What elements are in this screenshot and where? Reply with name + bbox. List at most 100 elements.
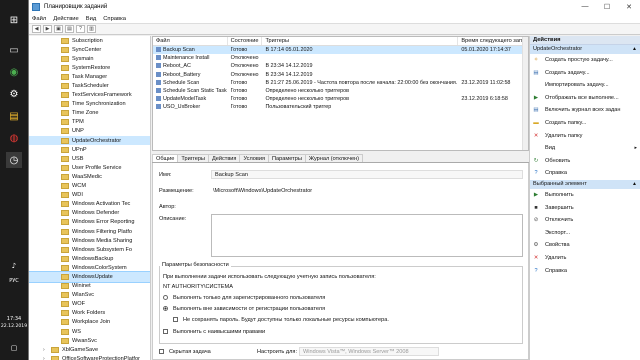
panel-icon[interactable]: ▥ bbox=[87, 25, 96, 33]
col-state[interactable]: Состояние bbox=[228, 37, 263, 45]
tree-item[interactable]: WindowsUpdate bbox=[29, 271, 150, 283]
action-item[interactable]: Экспорт... bbox=[530, 227, 640, 240]
configure-select[interactable]: Windows Vista™, Windows Server™ 2008 bbox=[299, 347, 439, 356]
tree-item[interactable]: Wininet bbox=[29, 282, 150, 291]
tree-item[interactable]: › OfficeSoftwareProtectionPlatfor bbox=[29, 354, 150, 360]
tree-item[interactable]: UpdateOrchestrator bbox=[29, 136, 150, 146]
action-item[interactable]: ■ Завершить bbox=[530, 202, 640, 215]
checkbox-icon[interactable] bbox=[163, 329, 168, 335]
tab-history[interactable]: Журнал (отключен) bbox=[304, 154, 364, 162]
help-icon[interactable]: ? bbox=[76, 25, 85, 33]
up-icon[interactable]: ▣ bbox=[54, 25, 63, 33]
tree-item[interactable]: Windows Error Reporting bbox=[29, 218, 150, 227]
check-no-password[interactable]: Не сохранять пароль. Будут доступны толь… bbox=[173, 317, 389, 323]
clock-time[interactable]: 17:34 bbox=[0, 316, 28, 322]
tree-item[interactable]: Workplace Join bbox=[29, 318, 150, 327]
back-icon[interactable]: ◀ bbox=[32, 25, 41, 33]
radio-whether-logged-icon[interactable] bbox=[163, 306, 168, 312]
tree-item[interactable]: WindowsBackup bbox=[29, 254, 150, 263]
tree-item[interactable]: WDI bbox=[29, 191, 150, 200]
radio-logged-on-icon[interactable] bbox=[163, 295, 168, 301]
action-item[interactable]: ✕ Удалить папку bbox=[530, 130, 640, 143]
language-indicator[interactable]: РУС bbox=[0, 278, 28, 284]
checkbox-icon[interactable] bbox=[159, 349, 164, 355]
tree-item[interactable]: UNP bbox=[29, 127, 150, 136]
menu-action[interactable]: Действие bbox=[53, 16, 78, 22]
tab-conditions[interactable]: Условия bbox=[239, 154, 270, 162]
clock-date[interactable]: 22.12.2019 bbox=[0, 324, 28, 329]
col-next-run[interactable]: Время следующего запу bbox=[458, 37, 529, 45]
tree-item[interactable]: UPnP bbox=[29, 145, 150, 154]
tree-toggle-icon[interactable]: ▤ bbox=[65, 25, 74, 33]
expand-icon[interactable]: › bbox=[43, 356, 49, 360]
action-item[interactable]: ? Справка bbox=[530, 167, 640, 180]
folder-icon[interactable]: ▭ bbox=[6, 42, 22, 58]
tree-item[interactable]: User Profile Service bbox=[29, 163, 150, 172]
tree-item[interactable]: WCM bbox=[29, 182, 150, 191]
task-row[interactable]: Schedule Scan Готово В 21:27 25.06.2019 - … bbox=[153, 79, 528, 87]
notifications-icon[interactable]: ▢ bbox=[0, 344, 28, 352]
tree-item[interactable]: Time Zone bbox=[29, 109, 150, 118]
tree-item[interactable]: TextServicesFramework bbox=[29, 91, 150, 100]
actions-section-folder[interactable]: UpdateOrchestrator ▲ bbox=[530, 45, 640, 54]
task-row[interactable]: Backup Scan Готово В 17:14 05.01.2020 05.01… bbox=[153, 46, 528, 55]
tree-item[interactable]: Windows Subsystem Fo bbox=[29, 245, 150, 254]
tree-item[interactable]: WlanSvc bbox=[29, 291, 150, 300]
speaker-icon[interactable]: ♪ bbox=[0, 262, 28, 270]
tree-item[interactable]: Subscription bbox=[29, 36, 150, 45]
tab-general[interactable]: Общие bbox=[152, 154, 179, 162]
tree-item[interactable]: Time Synchronization bbox=[29, 100, 150, 109]
action-item[interactable]: Вид ▸ bbox=[530, 142, 640, 155]
tree-item[interactable]: SystemRestore bbox=[29, 63, 150, 72]
menu-view[interactable]: Вид bbox=[86, 16, 97, 22]
chrome-icon[interactable]: ◉ bbox=[6, 64, 22, 80]
tree-item[interactable]: TaskScheduler bbox=[29, 81, 150, 90]
action-item[interactable]: ? Справка bbox=[530, 265, 640, 278]
col-name[interactable]: Файл bbox=[153, 37, 228, 45]
expand-icon[interactable]: › bbox=[43, 347, 49, 353]
scheduler-icon[interactable]: ◷ bbox=[6, 152, 22, 168]
tree-item[interactable]: Sysmain bbox=[29, 54, 150, 63]
check-hidden[interactable]: Скрытая задача bbox=[159, 349, 211, 355]
menu-help[interactable]: Справка bbox=[103, 16, 126, 22]
task-row[interactable]: Schedule Scan Static Task Готово Определен… bbox=[153, 87, 528, 95]
action-item[interactable]: ▬ Создать папку... bbox=[530, 117, 640, 130]
tree-item[interactable]: WS bbox=[29, 327, 150, 336]
action-item[interactable]: ▶ Выполнить bbox=[530, 189, 640, 202]
radio-logged-on[interactable]: Выполнять только для зарегистрированного… bbox=[163, 295, 325, 301]
tab-triggers[interactable]: Триггеры bbox=[177, 154, 209, 162]
minimize-button[interactable]: — bbox=[574, 3, 596, 11]
actions-section-selected[interactable]: Выбранный элемент ▲ bbox=[530, 179, 640, 189]
settings-icon[interactable]: ⚙ bbox=[6, 86, 22, 102]
action-item[interactable]: ✕ Удалить bbox=[530, 252, 640, 265]
tab-settings[interactable]: Параметры bbox=[268, 154, 306, 162]
maximize-button[interactable]: ☐ bbox=[596, 3, 618, 11]
tree-item[interactable]: USB bbox=[29, 154, 150, 163]
tree-item[interactable]: WwanSvc bbox=[29, 336, 150, 345]
task-row[interactable]: UpdateModelTask Готово Определено нескольк… bbox=[153, 95, 528, 103]
menu-file[interactable]: Файл bbox=[32, 16, 46, 22]
action-item[interactable]: ▶ Отображать все выполняе... bbox=[530, 92, 640, 105]
radio-whether-logged[interactable]: Выполнять вне зависимости от регистрации… bbox=[163, 306, 325, 312]
col-triggers[interactable]: Триггеры bbox=[262, 37, 459, 45]
checkbox-icon[interactable] bbox=[173, 317, 178, 323]
tree-item[interactable]: Windows Defender bbox=[29, 209, 150, 218]
collapse-icon[interactable]: ▲ bbox=[632, 180, 637, 189]
action-item[interactable]: ▤ Включить журнал всех задан bbox=[530, 104, 640, 117]
start-icon[interactable]: ⊞ bbox=[6, 12, 22, 28]
collapse-icon[interactable]: ▲ bbox=[632, 45, 637, 54]
action-item[interactable]: ⚙ Свойства bbox=[530, 239, 640, 252]
tree-item[interactable]: Task Manager bbox=[29, 72, 150, 81]
task-list-scrollbar[interactable] bbox=[522, 37, 528, 150]
tree-item[interactable]: TPM bbox=[29, 118, 150, 127]
tree-item[interactable]: Windows Filtering Platfo bbox=[29, 227, 150, 236]
tree-item[interactable]: WOF bbox=[29, 300, 150, 309]
action-item[interactable]: Импортировать задачу... bbox=[530, 79, 640, 92]
explorer-icon[interactable]: ▤ bbox=[6, 108, 22, 124]
task-row[interactable]: Reboot_Battery Отключено В 23:34 14.12.201… bbox=[153, 71, 528, 79]
task-row[interactable]: Maintenance Install Отключено bbox=[153, 54, 528, 62]
action-item[interactable]: ✧ Создать простую задачу... bbox=[530, 54, 640, 67]
tree-item[interactable]: WindowsColorSystem bbox=[29, 263, 150, 272]
check-highest[interactable]: Выполнить с наивысшими правами bbox=[163, 329, 265, 335]
tree-item[interactable]: SyncCenter bbox=[29, 45, 150, 54]
